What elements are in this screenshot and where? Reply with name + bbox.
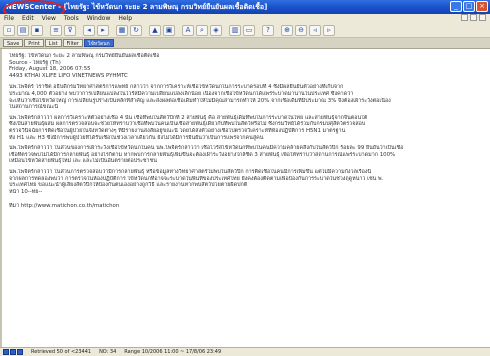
menu-help[interactable]: Help	[118, 15, 132, 22]
article-code: 4493 KTHAI XLIFE LIFO VINETNEWS PYHMTC	[9, 72, 128, 79]
window-title: NEWSCenter - [ไทยรัฐ: ไข้หวัดนก ระยะ 2 ล…	[6, 2, 268, 11]
close-button[interactable]: ×	[476, 1, 488, 12]
grid-icon[interactable]: ▦	[116, 24, 128, 36]
alert-icon[interactable]: ▲	[149, 24, 161, 36]
menu-window[interactable]: Window	[87, 15, 111, 22]
next-page-icon[interactable]: ▹	[323, 24, 335, 36]
menu-file[interactable]: File	[4, 15, 14, 22]
article-line: ประเทศไทย ขอแนะนำผู้เลี้ยงสัตว์ปีกให้ป้อ…	[9, 182, 248, 189]
article-continued: หน้า 10--ทย--	[9, 188, 43, 195]
article-line: จะเห็นว่าเชื้อไข้หวัดใหญ่ การเปลี่ยนรูปร…	[9, 97, 391, 104]
tab-save[interactable]: Save	[3, 39, 24, 47]
status-indicator-icon	[3, 349, 9, 355]
highlight-icon[interactable]: ◈	[210, 24, 222, 36]
article-line: นพ.ไพจิตร์ วราชิต อธิบดีกรมวิทยาศาสตร์กา…	[9, 84, 344, 91]
window-icon[interactable]: ▭	[243, 24, 255, 36]
status-bar: Retrieved 50 of <23441 NO: 34 Range 10/2…	[0, 347, 490, 356]
new-doc-icon[interactable]: ▫	[3, 24, 15, 36]
refresh-icon[interactable]: ↻	[130, 24, 142, 36]
menu-edit[interactable]: Edit	[22, 15, 34, 22]
article-headline: ไทยรัฐ: ไข้หวัดนก ระยะ 2 ลามพิษณุ กรมวิท…	[9, 53, 160, 59]
article-line: นพ.ไพจิตร์กล่าวว่า ในส่วนการตรวจสอบว่ามี…	[9, 168, 372, 175]
forward-icon[interactable]: ▸	[97, 24, 109, 36]
zoom-icon[interactable]: ⊕	[281, 24, 293, 36]
back-icon[interactable]: ◂	[83, 24, 95, 36]
article-line: เชื้อที่ตรวจพบไม่ได้มีการกลายพันธุ์ อย่า…	[9, 151, 396, 158]
window-controls: _ □ ×	[450, 1, 488, 12]
search-icon[interactable]: ⌕	[196, 24, 208, 36]
list-icon[interactable]: ≡	[50, 24, 62, 36]
tab-strip: Save Print List Filter ไข้หวัดนก	[0, 38, 490, 49]
toolbar: ▫ ▤ ▪ ≡ ⊽ ◂ ▸ ▦ ↻ ▲ ▣ A ⌕ ◈ ▥ ▭ ? ⊕ ⊖ ◃ …	[0, 23, 490, 38]
status-indicator-icon	[10, 349, 16, 355]
status-range: Range 10/2006 11:00 ~ 17/8/06 23:49	[124, 349, 222, 355]
menu-bar: File Edit View Tools Window Help	[0, 14, 490, 23]
article-source-url[interactable]: ที่มา http://www.matichon.co.th/matichon	[9, 203, 483, 210]
open-icon[interactable]: ▤	[17, 24, 29, 36]
article-content: ไทยรัฐ: ไข้หวัดนก ระยะ 2 ลามพิษณุ กรมวิท…	[9, 53, 483, 210]
status-indicator-icon	[17, 349, 23, 355]
article-date: Friday, August 18, 2006 07:55	[9, 66, 91, 73]
status-retrieved: Retrieved 50 of <23441	[31, 349, 92, 355]
mdi-minimize-button[interactable]	[461, 14, 468, 21]
article-line: ในสถานการณ์ขณะนี้	[9, 104, 59, 111]
filter-icon[interactable]: ⊽	[64, 24, 76, 36]
article-line: ซึ่งเป็นสายพันธุ์ผสม ผลการตรวจสอบจะช่วยใ…	[9, 121, 366, 128]
menu-tools[interactable]: Tools	[64, 15, 79, 22]
tab-keyword[interactable]: ไข้หวัดนก	[83, 39, 114, 47]
prev-page-icon[interactable]: ◃	[309, 24, 321, 36]
article-line: ประมาณ 4,000 ตัวอย่าง พบว่าการเปลี่ยนแปล…	[9, 90, 354, 97]
article-line: นพ.ไพจิตร์กล่าวว่า ผลการวิเคราะห์ตัวอย่า…	[9, 114, 368, 121]
mdi-restore-button[interactable]	[470, 14, 477, 21]
tab-filter[interactable]: Filter	[62, 39, 83, 47]
zoom-out-icon[interactable]: ⊖	[295, 24, 307, 36]
status-icons	[3, 349, 23, 355]
article-line: เหมือนไข้หวัดสายพันธุ์ใหม่ เละ และไม่เป็…	[9, 158, 157, 165]
columns-icon[interactable]: ▥	[229, 24, 241, 36]
status-number: NO: 34	[99, 349, 117, 355]
article-line: ทั้ง H1 และ H3 ซึ่งมีการพบผู้ป่วยที่ได้ร…	[9, 134, 264, 141]
window-titlebar: NEWSCenter - [ไทยรัฐ: ไข้หวัดนก ระยะ 2 ล…	[0, 0, 490, 14]
mdi-close-button[interactable]	[479, 14, 486, 21]
minimize-button[interactable]: _	[450, 1, 462, 12]
mdi-controls	[461, 14, 486, 21]
article-source: Source - ไทยรัฐ (Th)	[9, 59, 61, 66]
tab-list[interactable]: List	[44, 39, 62, 47]
image-icon[interactable]: ▣	[163, 24, 175, 36]
tab-print[interactable]: Print	[24, 39, 44, 47]
maximize-button[interactable]: □	[463, 1, 475, 12]
article-line: จากผลการทดลองพบว่า การตรวจในห้องปฏิบัติก…	[9, 175, 384, 182]
save-icon[interactable]: ▪	[31, 24, 43, 36]
article-viewer[interactable]: ไทยรัฐ: ไข้หวัดนก ระยะ 2 ลามพิษณุ กรมวิท…	[0, 49, 490, 347]
menu-view[interactable]: View	[42, 15, 56, 22]
article-line: ตรวจวินิจฉัยการติดเชื้อในผู้ป่วยในจังหวั…	[9, 127, 346, 134]
article-line: นพ.ไพจิตร์กล่าวว่า ในส่วนของการเฝ้าระวัง…	[9, 145, 404, 152]
help-icon[interactable]: ?	[262, 24, 274, 36]
font-icon[interactable]: A	[182, 24, 194, 36]
